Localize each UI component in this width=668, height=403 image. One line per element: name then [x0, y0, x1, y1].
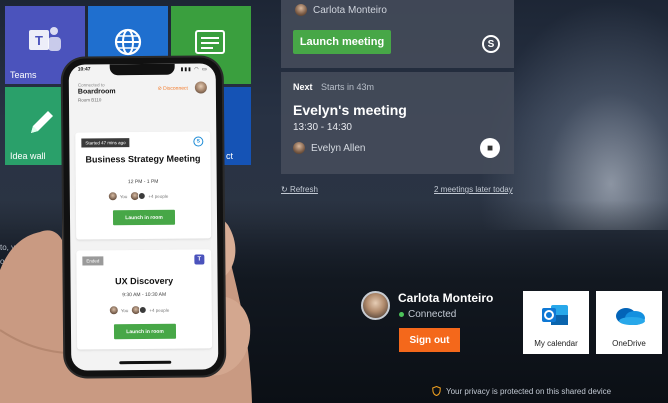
disconnect-label: Disconnect	[163, 85, 188, 92]
attendee-avatar	[137, 191, 146, 201]
home-indicator	[119, 360, 172, 365]
user-status: Connected	[399, 309, 456, 320]
attendee-avatar	[108, 192, 117, 201]
phone-user-avatar[interactable]	[194, 81, 207, 94]
onedrive-icon	[616, 308, 645, 325]
meeting-status-badge: Ended	[82, 256, 104, 266]
host-avatar	[293, 142, 305, 154]
user-status-label: Connected	[408, 309, 457, 320]
phone-meeting-people: You +4 people	[108, 191, 169, 201]
starts-in-label: Starts in 43m	[321, 82, 375, 92]
phone-notch	[109, 63, 175, 76]
skype-icon: S	[193, 136, 204, 147]
next-meeting-title: Evelyn's meeting	[293, 102, 407, 118]
svg-text:T: T	[35, 33, 43, 48]
phone-meeting-time: 12 PM - 1 PM	[127, 178, 159, 186]
next-meeting-time: 13:30 - 14:30	[293, 122, 352, 133]
sign-out-button[interactable]: Sign out	[399, 328, 460, 352]
attendee-you: You	[119, 193, 128, 199]
teams-icon: T	[194, 254, 205, 265]
organizer-name: Carlota Monteiro	[313, 4, 387, 16]
user-avatar	[361, 291, 390, 320]
attendee-extra: +4 people	[149, 307, 170, 313]
outlook-icon	[542, 305, 568, 325]
status-time: 10:47	[77, 66, 91, 73]
onedrive-label: OneDrive	[612, 339, 646, 348]
later-meetings-link[interactable]: 2 meetings later today	[434, 185, 513, 194]
next-meeting-card[interactable]: Next Starts in 43m Evelyn's meeting 13:3…	[281, 72, 514, 174]
phone-meeting-title: Business Strategy Meeting	[85, 153, 201, 165]
room-number: Room B110	[77, 97, 102, 103]
my-calendar-label: My calendar	[534, 339, 578, 348]
next-meeting-host: Evelyn Allen	[293, 142, 365, 154]
attendee-you: You	[120, 307, 129, 313]
attendee-avatar	[109, 306, 118, 315]
user-name: Carlota Monteiro	[398, 291, 494, 305]
pencil-icon	[31, 111, 53, 133]
privacy-text: Your privacy is protected on this shared…	[446, 386, 612, 396]
desktop-background: T Teams Idea wall ct Carlota Monteiro La…	[0, 0, 668, 403]
privacy-notice: Your privacy is protected on this shared…	[432, 386, 611, 396]
teams-icon: T	[29, 27, 61, 51]
onedrive-tile[interactable]: OneDrive	[596, 291, 662, 354]
attendee-extra: +4 people	[148, 193, 169, 199]
my-calendar-tile[interactable]: My calendar	[523, 291, 589, 354]
launch-in-room-button[interactable]: Launch in room	[112, 209, 176, 226]
globe-icon	[114, 28, 142, 56]
attendee-avatar	[138, 305, 147, 315]
teams-tile-label: Teams	[10, 70, 37, 80]
meeting-status-badge: Started 47 mins ago	[81, 138, 130, 148]
launch-in-room-button[interactable]: Launch in room	[113, 323, 177, 340]
list-icon	[195, 30, 225, 54]
next-meeting-header: Next Starts in 43m	[293, 82, 374, 92]
phone-meeting-card[interactable]: Started 47 mins ago S Business Strategy …	[75, 131, 212, 240]
phone-meeting-time: 9:30 AM - 10:30 AM	[122, 291, 167, 299]
organizer-avatar	[295, 4, 307, 16]
shield-icon	[432, 386, 441, 396]
phone-meeting-people: You +4 people	[109, 305, 170, 315]
room-name: Boardroom	[77, 88, 116, 96]
current-meeting-card: Carlota Monteiro Launch meeting S	[281, 0, 514, 68]
phone-meeting-title: UX Discovery	[115, 275, 174, 287]
video-icon: ■	[480, 138, 500, 158]
phone-meeting-card[interactable]: Ended T UX Discovery 9:30 AM - 10:30 AM …	[76, 249, 213, 350]
disconnect-link[interactable]: ⊘ Disconnect	[158, 86, 188, 92]
status-dot-icon	[399, 312, 404, 317]
meeting-organizer: Carlota Monteiro	[295, 4, 387, 16]
refresh-label: Refresh	[289, 185, 318, 194]
skype-icon: S	[482, 35, 500, 53]
launch-meeting-button[interactable]: Launch meeting	[293, 30, 391, 54]
next-label: Next	[293, 82, 313, 92]
status-icons: ▮▮▮ ◠ ▭	[180, 66, 208, 73]
phone-screen: 10:47 ▮▮▮ ◠ ▭ Connected to Boardroom Roo…	[68, 63, 219, 371]
phone-device: 10:47 ▮▮▮ ◠ ▭ Connected to Boardroom Roo…	[62, 57, 225, 377]
host-name: Evelyn Allen	[311, 142, 366, 154]
connected-to-label: Connected to	[77, 82, 105, 88]
